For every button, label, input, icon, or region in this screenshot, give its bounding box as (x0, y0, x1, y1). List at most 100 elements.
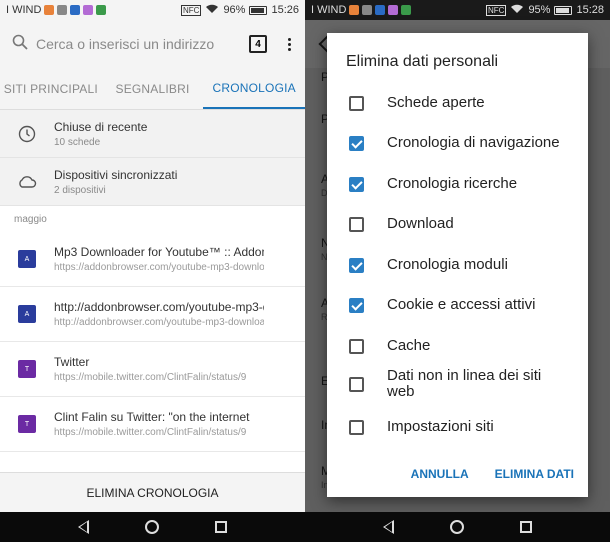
history-list: A Mp3 Downloader for Youtube™ :: Addons … (0, 232, 305, 452)
nfc-icon: NFC (485, 4, 507, 16)
option-browsing-history[interactable]: Cronologia di navigazione (327, 132, 588, 154)
clock: 15:28 (576, 4, 604, 16)
history-url: https://mobile.twitter.com/ClintFalin/st… (54, 372, 247, 383)
home-icon[interactable] (450, 520, 464, 534)
option-downloads[interactable]: Download (327, 213, 588, 235)
tab-history[interactable]: CRONOLOGIA (203, 68, 305, 109)
dialog-title: Elimina dati personali (346, 53, 499, 70)
battery-percent: 96% (223, 4, 246, 16)
option-open-tabs[interactable]: Schede aperte (327, 92, 588, 114)
history-title: http://addonbrowser.com/youtube-mp3-down… (54, 300, 264, 314)
checkbox[interactable] (349, 297, 364, 313)
favicon-icon: T (18, 415, 36, 433)
history-url: https://mobile.twitter.com/ClintFalin/st… (54, 427, 247, 438)
checkbox[interactable] (349, 419, 364, 435)
tab-bookmarks[interactable]: SEGNALIBRI (102, 68, 204, 109)
status-bar: I WIND NFC 96% 15:26 (0, 0, 305, 20)
nfc-icon: NFC (180, 4, 202, 16)
tab-top-sites[interactable]: SITI PRINCIPALI (0, 68, 102, 109)
item-subtitle: 10 schede (54, 136, 101, 148)
wifi-icon (510, 4, 524, 17)
tab-counter-button[interactable]: 4 (249, 35, 267, 53)
checkbox[interactable] (349, 257, 364, 273)
option-label: Cookie e accessi attivi (387, 296, 536, 313)
option-form-history[interactable]: Cronologia moduli (327, 254, 588, 276)
dialog-actions: ANNULLA ELIMINA DATI (411, 467, 574, 481)
checkbox[interactable] (349, 135, 364, 151)
checkbox[interactable] (349, 338, 364, 354)
option-label: Download (387, 215, 454, 232)
left-screen: I WIND NFC 96% 15:26 Cerca o inserisci u… (0, 0, 305, 542)
history-row[interactable]: A Mp3 Downloader for Youtube™ :: Addons … (0, 232, 305, 287)
notification-icon (362, 5, 373, 15)
history-url: http://addonbrowser.com/youtube-mp3-down… (54, 317, 264, 328)
android-nav-bar (305, 512, 610, 542)
option-label: Impostazioni siti (387, 418, 494, 435)
checkbox[interactable] (349, 176, 364, 192)
option-label: Cronologia di navigazione (387, 134, 560, 151)
option-label: Cache (387, 337, 431, 354)
url-input[interactable]: Cerca o inserisci un indirizzo (36, 36, 249, 52)
notification-icon (70, 5, 81, 15)
recent-section: Chiuse di recente 10 schede Dispositivi … (0, 110, 305, 206)
history-row[interactable]: A http://addonbrowser.com/youtube-mp3-do… (0, 287, 305, 342)
search-icon (12, 34, 28, 55)
item-subtitle: 2 dispositivi (54, 184, 106, 196)
history-row[interactable]: T Twitter https://mobile.twitter.com/Cli… (0, 342, 305, 397)
option-offline-data[interactable]: Dati non in linea dei siti web (327, 367, 588, 401)
battery-icon (554, 5, 573, 15)
date-section-label: maggio (0, 206, 305, 232)
option-site-settings[interactable]: Impostazioni siti (327, 416, 588, 438)
notification-icon (57, 5, 68, 15)
item-title: Dispositivi sincronizzati (54, 167, 178, 182)
notification-icon (401, 5, 412, 15)
carrier-label: I WIND (311, 4, 347, 16)
carrier-label: I WIND (6, 4, 42, 16)
favicon-icon: T (18, 360, 36, 378)
panel-tabs: SITI PRINCIPALI SEGNALIBRI CRONOLOGIA (0, 68, 305, 110)
favicon-icon: A (18, 250, 36, 268)
clear-data-dialog: Elimina dati personali Schede aperte Cro… (327, 33, 588, 497)
android-nav-bar (0, 512, 305, 542)
option-cookies[interactable]: Cookie e accessi attivi (327, 294, 588, 316)
right-screen: I WIND NFC 95% 15:28 P P AD NN AR E In M… (305, 0, 610, 542)
recent-apps-icon[interactable] (215, 521, 227, 533)
notification-icon (349, 5, 360, 15)
home-icon[interactable] (145, 520, 159, 534)
notification-icon (83, 5, 94, 15)
option-cache[interactable]: Cache (327, 335, 588, 357)
notification-icon (44, 5, 55, 15)
cancel-button[interactable]: ANNULLA (411, 467, 469, 481)
history-row[interactable]: T Clint Falin su Twitter: "on the intern… (0, 397, 305, 452)
battery-percent: 95% (528, 4, 551, 16)
notification-icon (375, 5, 386, 15)
back-icon[interactable] (78, 520, 89, 534)
option-label: Schede aperte (387, 94, 485, 111)
back-icon[interactable] (383, 520, 394, 534)
option-search-history[interactable]: Cronologia ricerche (327, 173, 588, 195)
history-title: Twitter (54, 355, 90, 369)
synced-devices-item[interactable]: Dispositivi sincronizzati 2 dispositivi (0, 158, 305, 206)
option-label: Dati non in linea dei siti web (387, 367, 542, 400)
cloud-icon (16, 175, 38, 189)
status-bar: I WIND NFC 95% 15:28 (305, 0, 610, 20)
clock: 15:26 (271, 4, 299, 16)
notification-icon (388, 5, 399, 15)
clear-history-button[interactable]: ELIMINA CRONOLOGIA (0, 472, 305, 512)
history-url: https://addonbrowser.com/youtube-mp3-dow… (54, 262, 264, 273)
favicon-icon: A (18, 305, 36, 323)
option-label: Cronologia moduli (387, 256, 508, 273)
recent-apps-icon[interactable] (520, 521, 532, 533)
history-title: Clint Falin su Twitter: "on the internet (54, 410, 250, 424)
url-bar[interactable]: Cerca o inserisci un indirizzo 4 (0, 20, 305, 68)
wifi-icon (205, 4, 219, 17)
clear-data-button[interactable]: ELIMINA DATI (495, 467, 574, 481)
checkbox[interactable] (349, 376, 364, 392)
clock-icon (16, 125, 38, 143)
overflow-menu-icon[interactable] (285, 37, 293, 51)
recently-closed-item[interactable]: Chiuse di recente 10 schede (0, 110, 305, 158)
option-label: Cronologia ricerche (387, 175, 518, 192)
checkbox[interactable] (349, 216, 364, 232)
checkbox[interactable] (349, 95, 364, 111)
notification-icon (96, 5, 107, 15)
